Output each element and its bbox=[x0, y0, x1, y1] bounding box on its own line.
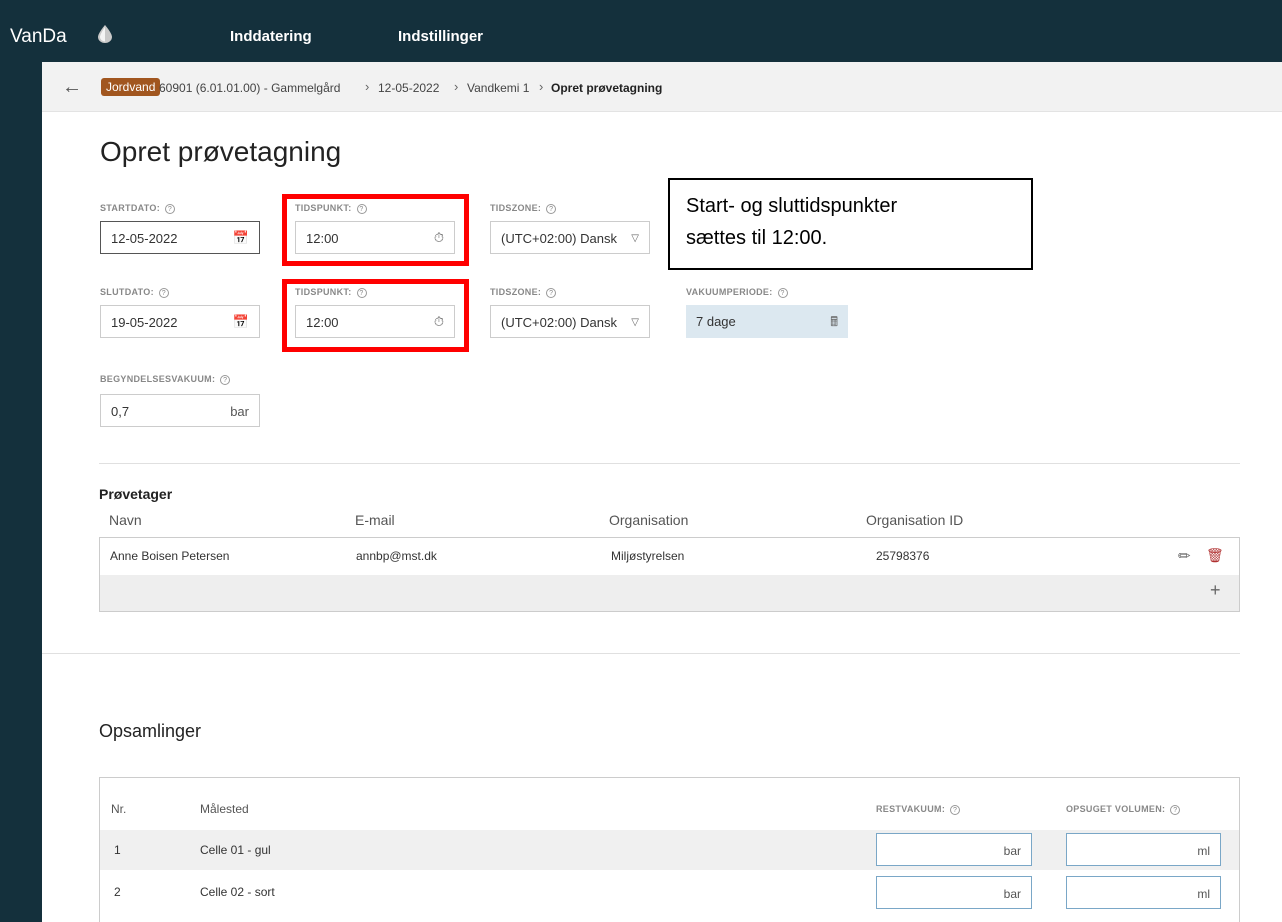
calendar-icon[interactable]: 📅 bbox=[233, 230, 249, 246]
chevron-right-icon: › bbox=[454, 79, 459, 94]
highlight-end-time bbox=[282, 279, 469, 352]
help-icon: ? bbox=[158, 288, 169, 298]
samplers-title: Prøvetager bbox=[99, 486, 173, 502]
row-place: Celle 02 - sort bbox=[200, 885, 275, 899]
app-name: VanDa bbox=[10, 26, 67, 47]
table-row: 2 Celle 02 - sort bar ml bbox=[100, 870, 1239, 910]
page-title: Opret prøvetagning bbox=[100, 136, 342, 167]
sampler-name: Anne Boisen Petersen bbox=[110, 549, 230, 563]
row-nr: 1 bbox=[114, 843, 121, 857]
table-row: Anne Boisen Petersen annbp@mst.dk Miljøs… bbox=[100, 538, 1239, 575]
row-place: Celle 01 - gul bbox=[200, 843, 271, 857]
col-organisation: Organisation bbox=[609, 512, 689, 528]
breadcrumb: ← Jordvand 60901 (6.01.01.00) - Gammelgå… bbox=[42, 62, 1282, 112]
annotation-callout: Start- og sluttidspunkter sættes til 12:… bbox=[668, 178, 1033, 270]
samplers-table-footer: + bbox=[100, 575, 1239, 611]
nav-indstillinger[interactable]: Indstillinger bbox=[398, 28, 483, 45]
collections-table: Nr. Målested RESTVAKUUM:? OPSUGET VOLUME… bbox=[99, 777, 1240, 922]
pencil-icon[interactable]: ✏ bbox=[1178, 547, 1191, 565]
initial-vacuum-label: BEGYNDELSESVAKUUM:? bbox=[100, 374, 231, 385]
initial-vacuum-input[interactable]: 0,7 bar bbox=[100, 394, 260, 427]
sampler-email: annbp@mst.dk bbox=[356, 549, 437, 563]
calculator-icon[interactable]: 🖩 bbox=[830, 313, 838, 335]
chevron-right-icon: › bbox=[539, 79, 544, 94]
breadcrumb-measurement[interactable]: Vandkemi 1 bbox=[467, 81, 529, 95]
arrow-left-icon[interactable]: ← bbox=[62, 76, 82, 99]
triangle-down-icon: ▽ bbox=[631, 317, 639, 328]
content-panel: ← Jordvand 60901 (6.01.01.00) - Gammelgå… bbox=[42, 62, 1282, 922]
collections-header: Nr. Målested RESTVAKUUM:? OPSUGET VOLUME… bbox=[100, 778, 1239, 830]
end-date-input[interactable]: 19-05-2022 📅 bbox=[100, 305, 260, 338]
rest-vacuum-input[interactable]: bar bbox=[876, 876, 1032, 909]
breadcrumb-date[interactable]: 12-05-2022 bbox=[378, 81, 439, 95]
plus-icon[interactable]: + bbox=[1210, 580, 1221, 601]
volume-input[interactable]: ml bbox=[1066, 876, 1221, 909]
col-place: Målested bbox=[200, 802, 249, 816]
start-date-label: STARTDATO:? bbox=[100, 203, 175, 214]
start-timezone-select[interactable]: (UTC+02:00) Dansk ▽ bbox=[490, 221, 650, 254]
category-tag: Jordvand bbox=[101, 78, 161, 96]
samplers-table: Anne Boisen Petersen annbp@mst.dk Miljøs… bbox=[99, 537, 1240, 612]
collections-title: Opsamlinger bbox=[99, 721, 202, 741]
vacuum-period-field: 7 dage 🖩 bbox=[686, 305, 848, 338]
water-drop-icon bbox=[98, 25, 112, 43]
trash-icon[interactable]: 🗑 bbox=[1206, 547, 1224, 564]
sampler-org: Miljøstyrelsen bbox=[611, 549, 685, 563]
help-icon: ? bbox=[546, 204, 557, 214]
help-icon: ? bbox=[1170, 805, 1181, 815]
help-icon: ? bbox=[165, 204, 175, 214]
top-bar: VanDa Inddatering Indstillinger bbox=[0, 0, 1282, 62]
col-name: Navn bbox=[109, 512, 142, 528]
highlight-start-time bbox=[282, 194, 469, 266]
breadcrumb-current: Opret prøvetagning bbox=[551, 81, 663, 95]
triangle-down-icon: ▽ bbox=[631, 233, 639, 244]
divider bbox=[42, 653, 1240, 654]
vacuum-period-label: VAKUUMPERIODE:? bbox=[686, 287, 788, 298]
help-icon: ? bbox=[950, 805, 961, 815]
calendar-icon[interactable]: 📅 bbox=[233, 314, 249, 330]
help-icon: ? bbox=[220, 375, 231, 385]
help-icon: ? bbox=[546, 288, 557, 298]
help-icon: ? bbox=[777, 288, 788, 298]
col-email: E-mail bbox=[355, 512, 395, 528]
table-row: 1 Celle 01 - gul bar ml bbox=[100, 830, 1239, 870]
chevron-right-icon: › bbox=[365, 79, 370, 94]
end-timezone-select[interactable]: (UTC+02:00) Dansk ▽ bbox=[490, 305, 650, 338]
start-timezone-label: TIDSZONE:? bbox=[490, 203, 557, 214]
volume-input[interactable]: ml bbox=[1066, 833, 1221, 866]
start-date-input[interactable]: 12-05-2022 📅 bbox=[100, 221, 260, 254]
col-rest-vacuum: RESTVAKUUM:? bbox=[876, 804, 961, 815]
end-timezone-label: TIDSZONE:? bbox=[490, 287, 557, 298]
divider bbox=[99, 463, 1240, 464]
breadcrumb-station[interactable]: 60901 (6.01.01.00) - Gammelgård bbox=[159, 81, 340, 95]
row-nr: 2 bbox=[114, 885, 121, 899]
end-date-label: SLUTDATO:? bbox=[100, 287, 169, 298]
sampler-org-id: 25798376 bbox=[876, 549, 930, 563]
col-volume: OPSUGET VOLUMEN:? bbox=[1066, 804, 1181, 815]
rest-vacuum-input[interactable]: bar bbox=[876, 833, 1032, 866]
col-nr: Nr. bbox=[111, 802, 127, 816]
col-organisation-id: Organisation ID bbox=[866, 512, 964, 528]
nav-inddatering[interactable]: Inddatering bbox=[230, 28, 312, 45]
